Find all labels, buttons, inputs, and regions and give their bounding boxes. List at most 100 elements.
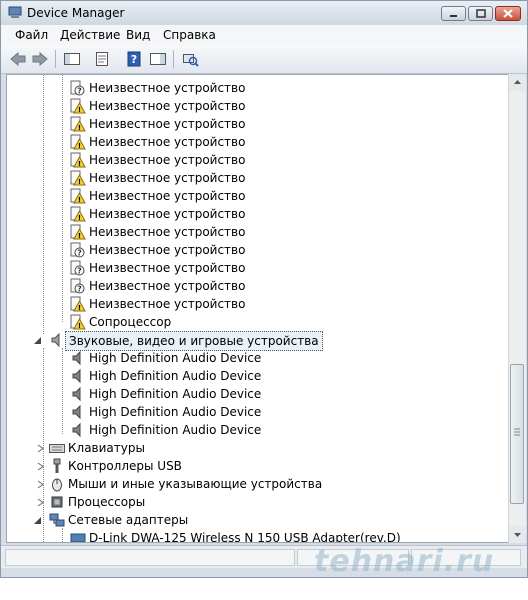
- svg-text:!: !: [78, 196, 81, 204]
- minimize-button[interactable]: [441, 6, 466, 21]
- expand-arrow-icon[interactable]: [36, 480, 45, 489]
- device-tree[interactable]: ? Неизвестное устройство ! Неизвестное у…: [6, 74, 510, 543]
- menu-action[interactable]: Действие: [60, 28, 120, 42]
- svg-text:!: !: [78, 160, 81, 168]
- minimize-icon: [450, 15, 457, 17]
- tree-connector: [62, 528, 63, 542]
- tree-item-label: High Definition Audio Device: [89, 423, 262, 437]
- unknown-device-icon: ?: [70, 80, 85, 96]
- scroll-up-button[interactable]: [509, 74, 526, 91]
- expand-arrow-icon[interactable]: [36, 462, 45, 471]
- tree-item-label: Сетевые адаптеры: [68, 513, 189, 527]
- expand-arrow-icon[interactable]: [36, 444, 45, 453]
- tree-item-label: D-Link DWA-125 Wireless N 150 USB Adapte…: [89, 531, 401, 543]
- tree-item-label: Клавиатуры: [68, 441, 145, 455]
- menu-help[interactable]: Справка: [163, 28, 216, 42]
- action-pane-icon[interactable]: [149, 51, 167, 67]
- grip-icon: [514, 428, 520, 436]
- speaker-icon: [72, 350, 81, 366]
- unknown-device-icon: ?: [70, 242, 85, 258]
- tree-item-label: Неизвестное устройство: [89, 99, 246, 113]
- tree-item-label: High Definition Audio Device: [89, 387, 262, 401]
- maximize-button[interactable]: [468, 6, 493, 21]
- tree-item-label: Неизвестное устройство: [89, 207, 246, 221]
- svg-text:!: !: [78, 322, 81, 330]
- menu-view[interactable]: Вид: [126, 28, 150, 42]
- tree-item-label: Неизвестное устройство: [89, 225, 246, 239]
- warning-device-icon: !: [70, 116, 86, 132]
- console-tree-icon[interactable]: [63, 51, 81, 67]
- status-cell: [5, 549, 295, 566]
- tree-item-label: Сопроцессор: [89, 315, 172, 329]
- svg-text:!: !: [78, 214, 81, 222]
- tree-item-label: Неизвестное устройство: [89, 81, 246, 95]
- mouse-icon: [52, 478, 62, 492]
- warning-device-icon: !: [70, 224, 86, 240]
- close-icon: [503, 9, 513, 18]
- svg-text:?: ?: [77, 249, 82, 258]
- forward-arrow-icon[interactable]: [31, 51, 49, 67]
- tree-item-label: Неизвестное устройство: [89, 189, 246, 203]
- processor-icon: [51, 496, 63, 508]
- warning-device-icon: !: [70, 152, 86, 168]
- scroll-down-button[interactable]: [509, 526, 526, 543]
- tree-item-label: Звуковые, видео и игровые устройства: [65, 331, 323, 351]
- keyboard-icon: [49, 444, 65, 453]
- svg-text:!: !: [78, 124, 81, 132]
- unknown-device-icon: ?: [70, 260, 85, 276]
- warning-device-icon: !: [70, 314, 86, 330]
- network-adapter-icon: [49, 513, 65, 527]
- warning-device-icon: !: [70, 98, 86, 114]
- maximize-icon: [476, 9, 486, 18]
- watermark: tehnari.ru: [314, 544, 495, 579]
- speaker-icon: [72, 368, 81, 384]
- menu-file[interactable]: Файл: [15, 28, 48, 42]
- title-bar[interactable]: Device Manager: [1, 1, 527, 25]
- scan-hardware-icon[interactable]: [181, 51, 199, 67]
- scroll-thumb[interactable]: [510, 364, 524, 504]
- tree-connector: [43, 75, 44, 334]
- warning-device-icon: !: [70, 296, 86, 312]
- help-icon[interactable]: ?: [125, 51, 143, 67]
- back-arrow-icon[interactable]: [9, 51, 27, 67]
- close-button[interactable]: [495, 6, 521, 21]
- warning-device-icon: !: [70, 188, 86, 204]
- svg-text:!: !: [78, 178, 81, 186]
- toolbar-separator: [55, 50, 56, 68]
- window-title: Device Manager: [27, 6, 125, 20]
- warning-device-icon: !: [70, 134, 86, 150]
- warning-device-icon: !: [70, 206, 86, 222]
- tree-item-label: High Definition Audio Device: [89, 351, 262, 365]
- svg-text:?: ?: [77, 285, 82, 294]
- speaker-icon: [72, 386, 81, 402]
- arrow-down-icon: [514, 533, 521, 537]
- tree-item-label: Неизвестное устройство: [89, 153, 246, 167]
- tree-item-label: Неизвестное устройство: [89, 171, 246, 185]
- speaker-icon: [72, 404, 81, 420]
- tree-item-label: Процессоры: [68, 495, 146, 509]
- svg-text:!: !: [78, 142, 81, 150]
- tree-item-label: Неизвестное устройство: [89, 135, 246, 149]
- collapse-arrow-icon[interactable]: [33, 516, 42, 525]
- tree-item-label: Неизвестное устройство: [89, 243, 246, 257]
- svg-text:!: !: [78, 106, 81, 114]
- collapse-arrow-icon[interactable]: [33, 336, 42, 345]
- expand-arrow-icon[interactable]: [36, 498, 45, 507]
- properties-icon[interactable]: [93, 51, 111, 67]
- toolbar: ?: [1, 45, 527, 74]
- tree-item-label: Неизвестное устройство: [89, 261, 246, 275]
- tree-item-label: Неизвестное устройство: [89, 279, 246, 293]
- tree-item-label: Мыши и иные указывающие устройства: [68, 477, 323, 491]
- svg-text:!: !: [78, 232, 81, 240]
- svg-text:?: ?: [131, 53, 137, 66]
- tree-item-label: Неизвестное устройство: [89, 297, 246, 311]
- tree-item-label: High Definition Audio Device: [89, 369, 262, 383]
- device-manager-app-icon: [8, 6, 22, 18]
- tree-connector: [62, 348, 63, 434]
- warning-device-icon: !: [70, 170, 86, 186]
- speaker-icon: [72, 422, 81, 438]
- svg-text:?: ?: [77, 87, 82, 96]
- svg-text:!: !: [78, 304, 81, 312]
- unknown-device-icon: ?: [70, 278, 85, 294]
- vertical-scrollbar[interactable]: [508, 74, 526, 543]
